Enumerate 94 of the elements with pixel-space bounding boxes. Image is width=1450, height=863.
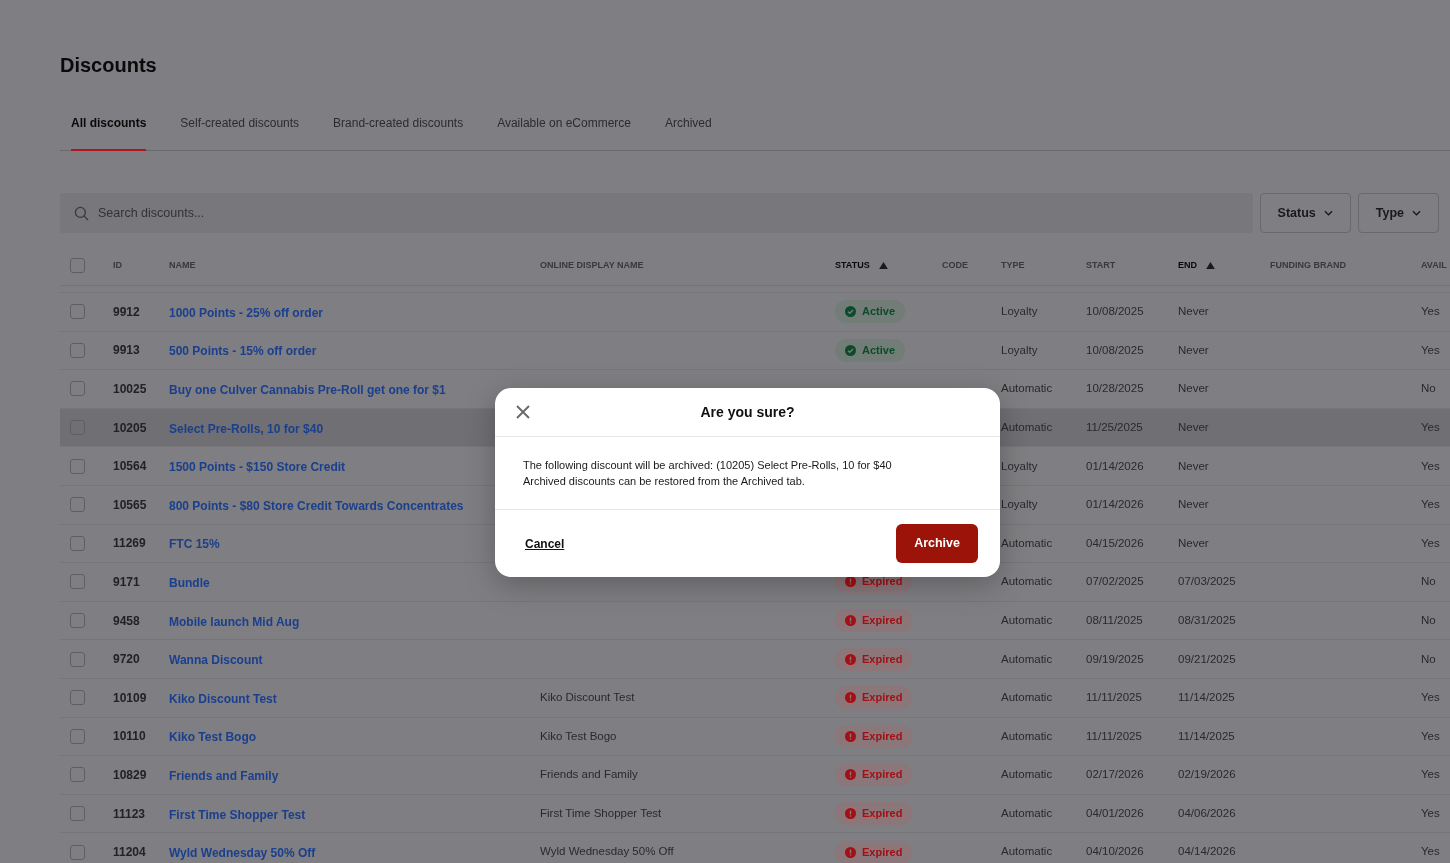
online-display-name: First Time Shopper Test bbox=[540, 805, 663, 821]
available-value: Yes bbox=[1421, 458, 1441, 474]
status-label: Expired bbox=[862, 615, 903, 627]
end-date: Never bbox=[1178, 304, 1210, 320]
status-label: Active bbox=[862, 344, 896, 356]
available-value: Yes bbox=[1421, 844, 1441, 860]
status-label: Expired bbox=[862, 692, 903, 704]
discount-type: Loyalty bbox=[1001, 304, 1039, 320]
status-label: Expired bbox=[862, 730, 903, 742]
discount-id: 10205 bbox=[113, 419, 148, 437]
discount-id: 11269 bbox=[113, 535, 147, 553]
discount-id: 10829 bbox=[113, 766, 148, 784]
discount-type: Loyalty bbox=[1001, 458, 1039, 474]
discount-id: 10109 bbox=[113, 689, 148, 707]
discount-type: Automatic bbox=[1001, 381, 1054, 397]
status-label: Active bbox=[862, 306, 896, 318]
end-date: Never bbox=[1178, 342, 1210, 358]
discount-type: Automatic bbox=[1001, 805, 1054, 821]
discount-id: 10110 bbox=[113, 728, 147, 746]
start-date: 01/14/2026 bbox=[1086, 458, 1145, 474]
end-date: 09/21/2025 bbox=[1178, 651, 1237, 667]
status-label: Expired bbox=[862, 653, 903, 665]
discount-id: 11204 bbox=[113, 844, 147, 862]
start-date: 02/17/2026 bbox=[1086, 767, 1145, 783]
start-date: 01/14/2026 bbox=[1086, 497, 1145, 513]
available-value: Yes bbox=[1421, 304, 1441, 320]
dialog-message: The following discount will be archived: (10205) Select Pre-Rolls, 10 for $40 bbox=[523, 458, 892, 473]
start-date: 10/08/2025 bbox=[1086, 304, 1145, 320]
start-date: 10/28/2025 bbox=[1086, 381, 1145, 397]
end-date: Never bbox=[1178, 497, 1210, 513]
end-date: 08/31/2025 bbox=[1178, 612, 1237, 628]
discount-type: Automatic bbox=[1001, 690, 1054, 706]
discount-type: Loyalty bbox=[1001, 497, 1039, 513]
start-date: 11/11/2025 bbox=[1086, 728, 1143, 744]
available-value: Yes bbox=[1421, 728, 1441, 744]
available-value: Yes bbox=[1421, 767, 1441, 783]
end-date: 02/19/2026 bbox=[1178, 767, 1237, 783]
discount-id: 9458 bbox=[113, 612, 141, 630]
discount-id: 9913 bbox=[113, 342, 141, 360]
start-date: 09/19/2025 bbox=[1086, 651, 1145, 667]
discount-id: 10564 bbox=[113, 458, 148, 476]
available-value: No bbox=[1421, 381, 1437, 397]
discount-id: 9912 bbox=[113, 303, 141, 321]
start-date: 04/01/2026 bbox=[1086, 805, 1145, 821]
discount-type: Automatic bbox=[1001, 767, 1054, 783]
available-value: No bbox=[1421, 574, 1437, 590]
available-value: Yes bbox=[1421, 690, 1441, 706]
online-display-name: Kiko Discount Test bbox=[540, 690, 636, 706]
page-title: Discounts bbox=[60, 53, 157, 78]
end-date: Never bbox=[1178, 419, 1210, 435]
dialog-message: Archived discounts can be restored from the Archived tab. bbox=[523, 474, 805, 489]
end-date: 04/14/2026 bbox=[1178, 844, 1237, 860]
status-label: Expired bbox=[862, 576, 903, 588]
discount-type: Automatic bbox=[1001, 612, 1054, 628]
available-value: No bbox=[1421, 612, 1437, 628]
discount-type: Automatic bbox=[1001, 844, 1054, 860]
start-date: 10/08/2025 bbox=[1086, 342, 1145, 358]
end-date: 11/14/2025 bbox=[1178, 728, 1236, 744]
end-date: 07/03/2025 bbox=[1178, 574, 1237, 590]
start-date: 04/10/2026 bbox=[1086, 844, 1145, 860]
available-value: Yes bbox=[1421, 497, 1441, 513]
end-date: 04/06/2026 bbox=[1178, 805, 1237, 821]
start-date: 04/15/2026 bbox=[1086, 535, 1145, 551]
discount-id: 9171 bbox=[113, 573, 141, 591]
status-label: Expired bbox=[862, 808, 903, 819]
online-display-name: Friends and Family bbox=[540, 767, 639, 783]
dialog-title: Are you sure? bbox=[700, 402, 795, 422]
start-date: 11/25/2025 bbox=[1086, 419, 1144, 435]
discount-type: Automatic bbox=[1001, 651, 1054, 667]
available-value: Yes bbox=[1421, 535, 1441, 551]
status-label: Expired bbox=[862, 846, 903, 858]
discount-type: Automatic bbox=[1001, 535, 1054, 551]
available-value: Yes bbox=[1421, 419, 1441, 435]
available-value: Yes bbox=[1421, 805, 1441, 821]
available-value: No bbox=[1421, 651, 1437, 667]
available-value: Yes bbox=[1421, 342, 1441, 358]
discount-id: 11123 bbox=[113, 805, 147, 823]
end-date: 11/14/2025 bbox=[1178, 690, 1236, 706]
discount-id: 9720 bbox=[113, 651, 141, 669]
online-display-name: Kiko Test Bogo bbox=[540, 728, 618, 744]
status-label: Expired bbox=[862, 769, 903, 781]
discount-type: Automatic bbox=[1001, 574, 1054, 590]
end-date: Never bbox=[1178, 381, 1210, 397]
start-date: 11/11/2025 bbox=[1086, 690, 1143, 706]
online-display-name: Wyld Wednesday 50% Off bbox=[540, 844, 675, 860]
discount-type: Automatic bbox=[1001, 728, 1054, 744]
discount-type: Loyalty bbox=[1001, 342, 1039, 358]
discount-type: Automatic bbox=[1001, 419, 1054, 435]
start-date: 07/02/2025 bbox=[1086, 574, 1145, 590]
discount-id: 10565 bbox=[113, 496, 148, 514]
end-date: Never bbox=[1178, 458, 1210, 474]
end-date: Never bbox=[1178, 535, 1210, 551]
start-date: 08/11/2025 bbox=[1086, 612, 1144, 628]
discount-id: 10025 bbox=[113, 381, 148, 398]
